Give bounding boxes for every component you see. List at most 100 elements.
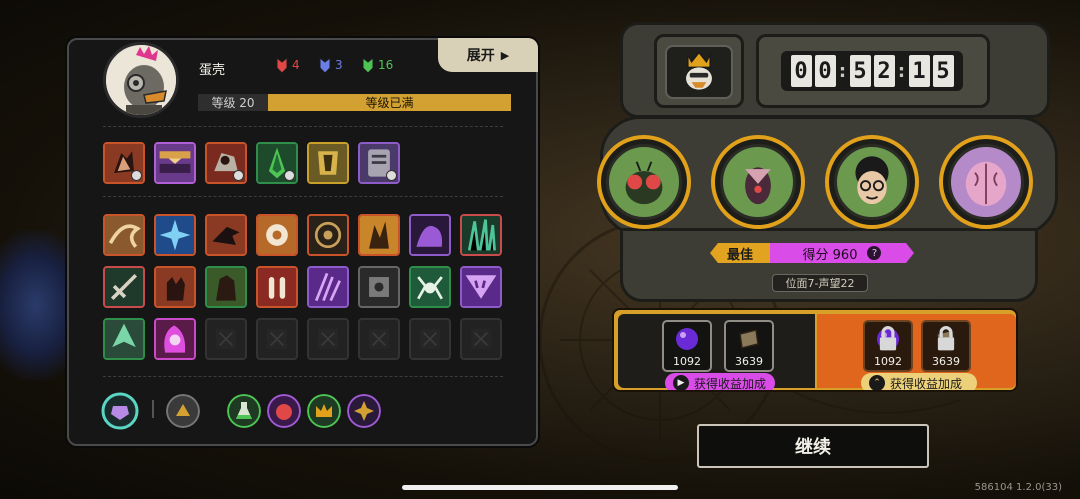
chevron-right-icon: ▶ [500,48,510,62]
avatar[interactable] [103,42,179,118]
timer-digit: 1 [908,55,930,87]
skill-spider[interactable] [409,266,451,308]
boost-label: 获得收益加成 [694,376,767,391]
base-rewards: 1092 3639 ▶ 获得收益加成 [618,314,815,390]
empty-skill-slot[interactable] [256,318,298,360]
upgrade-badge-icon [284,170,295,181]
separator [152,400,154,418]
crown-icon[interactable] [307,394,341,428]
resource-red: 4 [275,56,300,74]
resource-blue: 3 [318,56,343,74]
empty-skill-slot[interactable] [409,318,451,360]
amulet-icon[interactable] [101,392,139,430]
boost-icon[interactable] [166,394,200,428]
level-bar: 等级 20 等级已满 [198,94,511,111]
skill-bullets[interactable] [256,266,298,308]
brain-enemy-icon [965,161,1007,206]
reward-value: 1092 [874,355,902,368]
lock-icon [937,326,955,351]
lock-icon [879,326,897,351]
timer-digit: 0 [790,55,812,87]
timer-box: 0 0 : 5 2 : 1 5 [756,34,990,108]
skill-slot-2[interactable] [154,142,196,184]
upgrade-badge-icon [131,170,142,181]
skill-star[interactable] [154,214,196,256]
empty-skill-slot[interactable] [205,318,247,360]
skill-grass[interactable] [460,214,502,256]
reward-value: 3639 [735,355,763,368]
divider [103,196,503,197]
empty-skill-slot[interactable] [307,318,349,360]
skill-slot-5[interactable] [307,142,349,184]
skill-swirl[interactable] [103,214,145,256]
score-label: 得分 960 ? [770,243,914,263]
resource-green-value: 16 [378,58,394,72]
player-name: 蛋壳 [199,63,226,78]
boost-income-button[interactable]: ▶ 获得收益加成 [665,373,775,391]
reward-item-card-locked: 3639 [921,320,971,372]
skill-slot-4[interactable] [256,142,298,184]
fly-enemy-icon [625,161,663,205]
skill-target[interactable] [307,214,349,256]
run-summary-machine: 0 0 : 5 2 : 1 5 最佳 得分 960 ? 位面7-声望22 [597,12,1058,302]
nerd-enemy-icon [855,156,889,205]
enemy-pod-1[interactable] [597,135,691,229]
empty-skill-slot[interactable] [460,318,502,360]
skill-hand[interactable] [154,266,196,308]
reward-item-card: 3639 [724,320,774,372]
expand-button[interactable]: 展开 ▶ [438,38,538,72]
spark-icon[interactable] [347,394,381,428]
resource-blue-value: 3 [335,58,343,72]
card-icon [739,329,759,349]
play-icon: ▶ [673,375,689,390]
skill-gear[interactable] [256,214,298,256]
skill-claw[interactable] [307,266,349,308]
skill-monster[interactable] [205,266,247,308]
rewards-panel: 1092 3639 ▶ 获得收益加成 1092 3639 ⌃ 获得收益加成 [612,308,1018,392]
location-label: 位面7-声望22 [772,274,868,292]
rank-badge [654,34,744,108]
blue-mask-icon [319,56,331,74]
skill-flame[interactable] [358,214,400,256]
divider [103,126,503,127]
skill-slot-1[interactable] [103,142,145,184]
timer-digit: 5 [932,55,954,87]
home-indicator[interactable] [402,485,678,490]
skill-chip[interactable] [358,266,400,308]
empty-skill-slot[interactable] [358,318,400,360]
skill-sword[interactable] [103,266,145,308]
purple-orb-icon [676,328,698,350]
enemy-pod-3[interactable] [825,135,919,229]
resource-green: 16 [361,56,393,74]
timer-colon: : [838,60,847,82]
skill-slot-6[interactable] [358,142,400,184]
skill-fire-fist[interactable] [154,318,196,360]
skill-slot-3[interactable] [205,142,247,184]
enemy-pod-4[interactable] [939,135,1033,229]
resource-red-value: 4 [292,58,300,72]
help-icon[interactable]: ? [867,246,881,260]
skill-splash[interactable] [409,214,451,256]
divider [103,376,503,377]
enemy-pod-2[interactable] [711,135,805,229]
continue-button[interactable]: 继续 [697,424,929,468]
score-text: 得分 960 [802,247,858,263]
skill-arrow[interactable] [103,318,145,360]
skill-triangle[interactable] [460,266,502,308]
unlock-boost-button[interactable]: ⌃ 获得收益加成 [861,373,977,391]
best-label: 最佳 [710,243,770,263]
reward-item-orb: 1092 [662,320,712,372]
king-duck-icon [686,51,712,90]
level-label: 等级 20 [198,94,268,111]
reward-value: 3639 [932,355,960,368]
punch-icon[interactable] [267,394,301,428]
green-mask-icon [362,56,374,74]
potion-icon[interactable] [227,394,261,428]
skill-bird[interactable] [205,214,247,256]
upgrade-badge-icon [233,170,244,181]
level-status: 等级已满 [268,94,511,111]
boost-label: 获得收益加成 [890,376,963,391]
timer-digit: 2 [873,55,895,87]
beetle-enemy-icon [745,167,771,205]
run-timer: 0 0 : 5 2 : 1 5 [781,51,963,91]
